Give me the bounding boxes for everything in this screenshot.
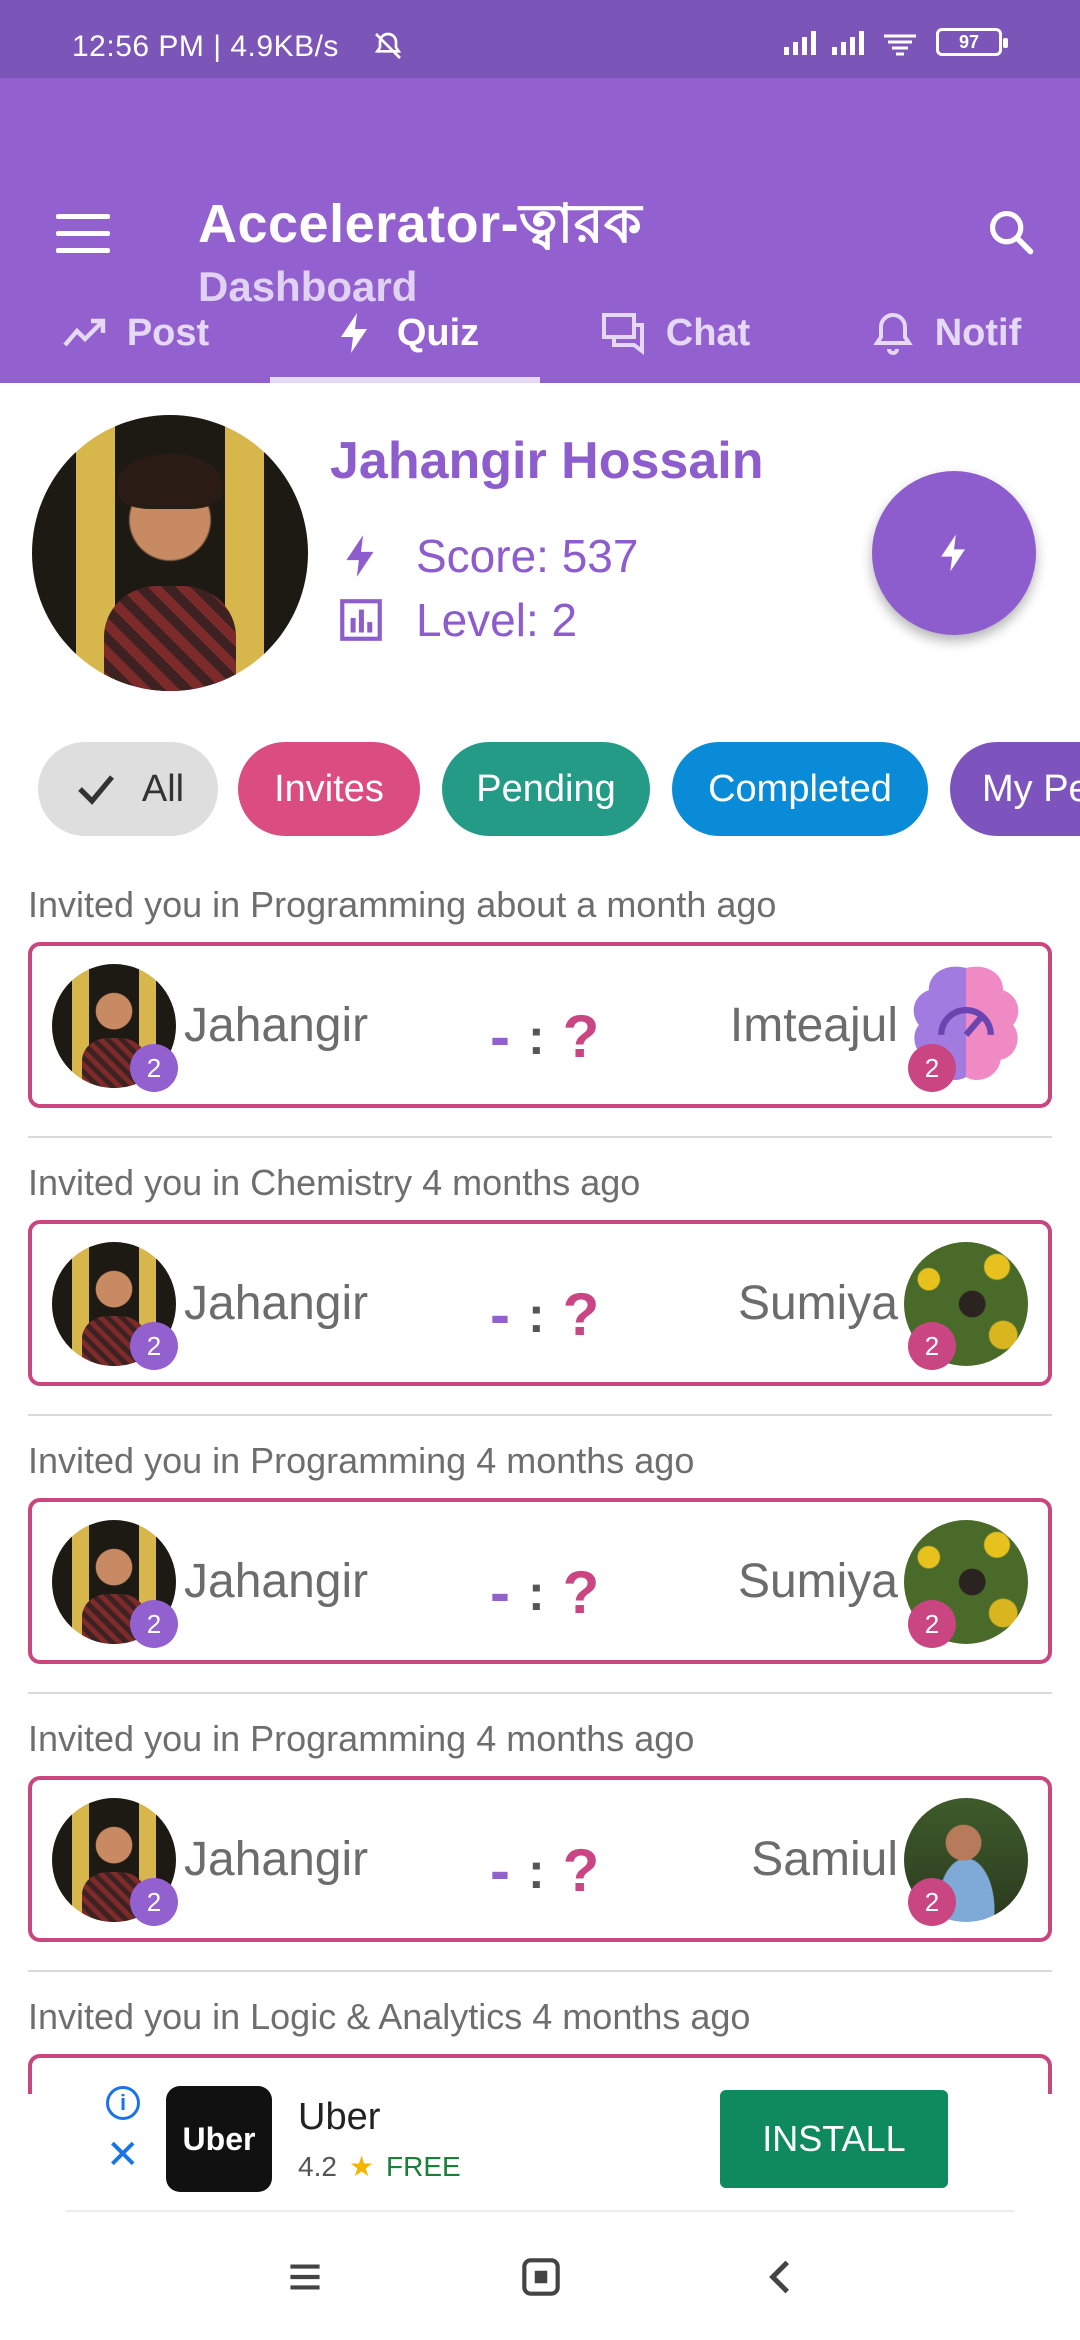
score: -:? [490,1837,600,1904]
level-row: Level: 2 [336,593,577,647]
score: -:? [490,1003,600,1070]
chip-label: All [141,767,185,810]
close-icon[interactable]: ✕ [106,2132,140,2178]
ad-banner[interactable]: i ✕ Uber Uber 4.2 ★ FREE INSTALL [66,2070,1014,2210]
profile-score: Score: 537 [416,530,639,582]
bell-icon [872,312,913,355]
invite-card[interactable]: 2 Jahangir -:? Imteajul 2 [28,942,1052,1108]
tab-label: Post [126,311,210,354]
score: -:? [490,1281,600,1348]
chip-label: My Pe [982,767,1080,810]
level-badge: 2 [130,1878,178,1926]
level-badge: 2 [908,1600,956,1648]
opponent-name: Sumiya [737,1555,898,1608]
status-bar: 12:56 PM | 4.9KB/s 97 [0,0,1080,78]
player-name: Jahangir [184,1833,369,1886]
tab-quiz[interactable]: Quiz [270,283,540,383]
invite-caption: Invited you in Programming about a month… [28,884,777,925]
profile-avatar [32,415,308,691]
tab-label: Notif [934,311,1022,354]
divider [28,1136,1052,1138]
level-badge: 2 [908,1044,956,1092]
chip-completed[interactable]: Completed [672,742,928,836]
invite-card[interactable]: 2 Jahangir -:? Samiul 2 [28,1776,1052,1942]
recents-icon[interactable] [280,2252,330,2302]
battery-level: 97 [958,31,980,52]
chat-icon [601,313,644,355]
bar-chart-icon [340,599,382,641]
wifi-icon [884,34,916,56]
level-badge: 2 [908,1322,956,1370]
divider [28,1692,1052,1694]
chip-label: Pending [476,767,616,810]
tab-bar: Post Quiz Chat Notif [0,283,1080,383]
player-name: Jahangir [184,1277,369,1330]
invite-card[interactable]: 2 Jahangir -:? Sumiya 2 [28,1220,1052,1386]
home-icon[interactable] [516,2252,566,2302]
ad-app-name: Uber [298,2096,381,2138]
invite-caption: Invited you in Chemistry 4 months ago [28,1162,641,1203]
chip-my-pending[interactable]: My Pe [950,742,1080,836]
filter-chips: All Invites Pending Completed My Pe [0,742,1080,838]
signal-icon [832,29,864,55]
menu-icon[interactable] [56,214,110,254]
trending-icon [63,318,106,347]
bolt-icon [941,534,965,572]
tab-notif[interactable]: Notif [810,283,1080,383]
level-badge: 2 [130,1600,178,1648]
app-title: Accelerator-ত্বারক [198,194,643,254]
bolt-icon [346,535,374,577]
chip-label: Invites [274,767,384,810]
ad-rating: 4.2 [298,2150,337,2182]
divider [28,1414,1052,1416]
level-badge: 2 [908,1878,956,1926]
score-row: Score: 537 [336,529,638,583]
chip-label: Completed [708,767,892,810]
profile-section: Jahangir Hossain Score: 537 Level: 2 [0,383,1080,723]
system-nav-bar [0,2212,1080,2340]
opponent-name: Samiul [751,1833,898,1886]
player-name: Jahangir [184,999,369,1052]
tab-label: Chat [665,311,751,354]
chip-invites[interactable]: Invites [238,742,420,836]
opponent-name: Sumiya [737,1277,898,1330]
info-icon[interactable]: i [106,2086,140,2120]
invite-caption: Invited you in Logic & Analytics 4 month… [28,1996,751,2037]
check-icon [78,775,114,805]
level-badge: 2 [130,1044,178,1092]
chip-pending[interactable]: Pending [442,742,650,836]
tab-label: Quiz [396,311,480,354]
install-button[interactable]: INSTALL [720,2090,948,2188]
invite-caption: Invited you in Programming 4 months ago [28,1718,695,1759]
tab-chat[interactable]: Chat [540,283,810,383]
star-icon: ★ [348,2151,375,2182]
profile-name: Jahangir Hossain [330,432,764,490]
search-icon[interactable] [985,206,1037,258]
level-badge: 2 [130,1322,178,1370]
battery-icon: 97 [936,28,1008,56]
app-bar: Accelerator-ত্বারক Dashboard Post Quiz C… [0,78,1080,383]
opponent-name: Imteajul [729,999,898,1052]
ad-meta: 4.2 ★ FREE [298,2150,461,2183]
chip-all[interactable]: All [38,742,218,836]
signal-icon [784,29,816,55]
back-icon[interactable] [756,2252,806,2302]
bolt-icon [340,313,367,353]
mute-bell-icon [374,32,402,59]
divider [28,1970,1052,1972]
status-time: 12:56 PM | 4.9KB/s [72,30,339,63]
ad-price: FREE [386,2150,461,2182]
tab-post[interactable]: Post [0,283,270,383]
invite-caption: Invited you in Programming 4 months ago [28,1440,695,1481]
invite-card[interactable]: 2 Jahangir -:? Sumiya 2 [28,1498,1052,1664]
ad-logo: Uber [166,2086,272,2192]
quick-quiz-button[interactable] [872,471,1036,635]
score: -:? [490,1559,600,1626]
player-name: Jahangir [184,1555,369,1608]
profile-level: Level: 2 [416,594,578,646]
